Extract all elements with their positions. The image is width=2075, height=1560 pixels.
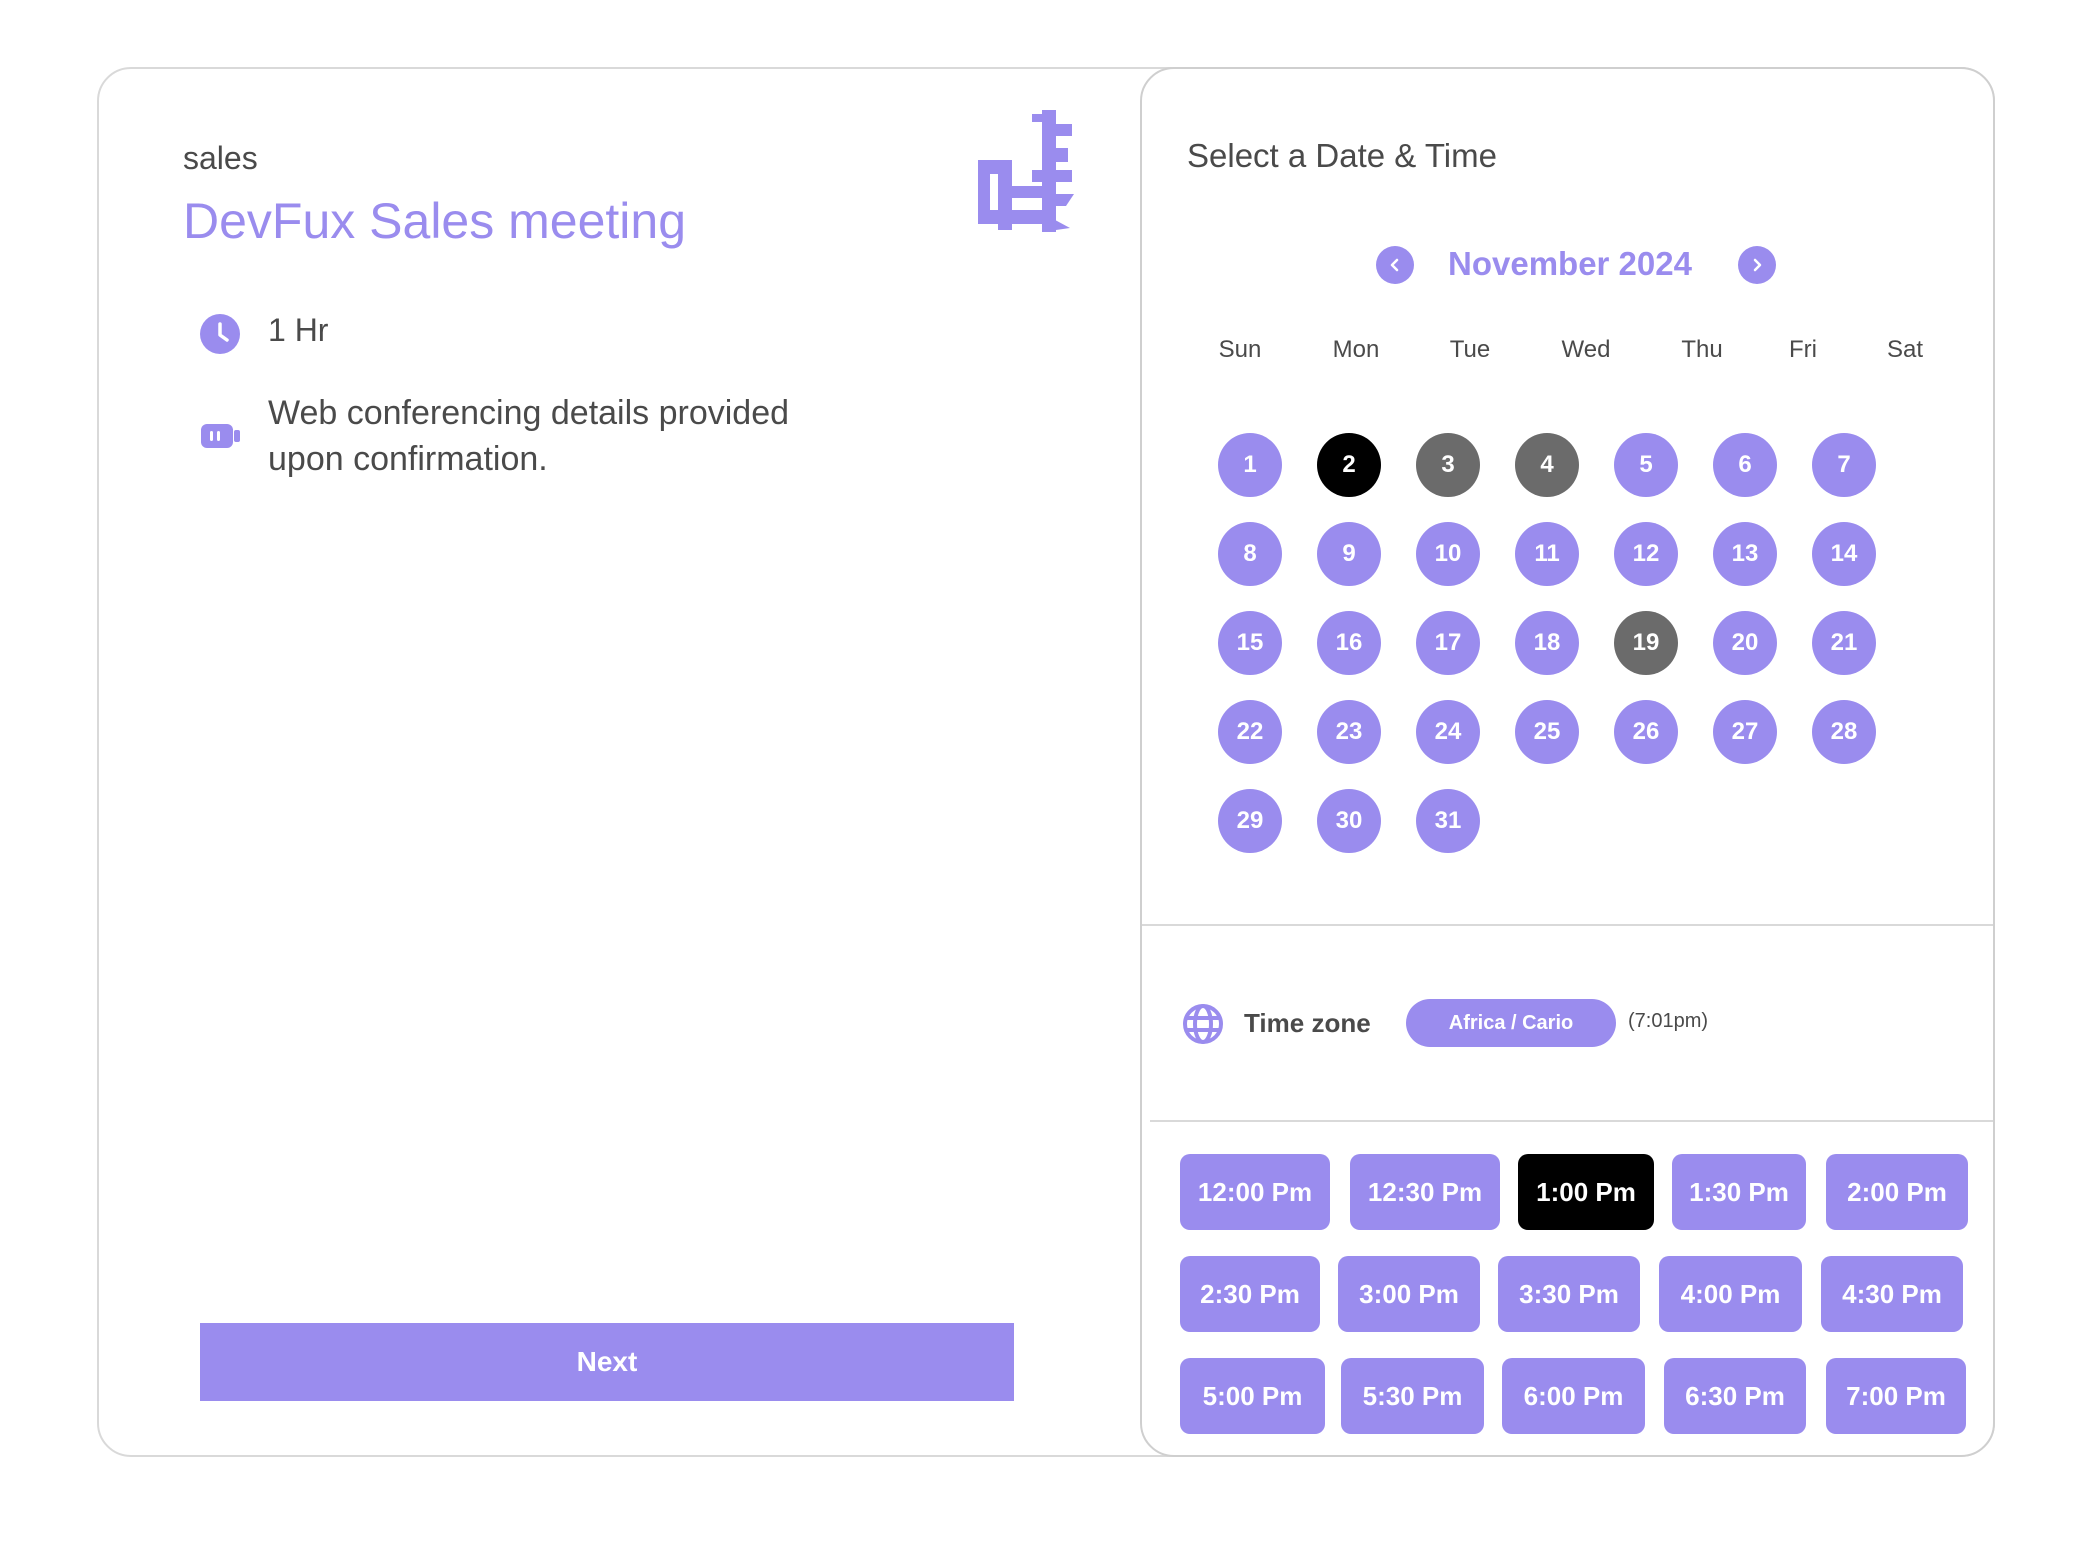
time-slot-button[interactable]: 12:00 Pm xyxy=(1180,1154,1330,1230)
time-slot-button[interactable]: 6:00 Pm xyxy=(1502,1358,1645,1434)
time-slot-button[interactable]: 1:00 Pm xyxy=(1518,1154,1654,1230)
calendar-day-28[interactable]: 28 xyxy=(1812,700,1876,764)
time-slot-button[interactable]: 2:00 Pm xyxy=(1826,1154,1968,1230)
calendar-day-9[interactable]: 9 xyxy=(1317,522,1381,586)
calendar-day-14[interactable]: 14 xyxy=(1812,522,1876,586)
calendar-day-2[interactable]: 2 xyxy=(1317,433,1381,497)
time-slot-button[interactable]: 5:30 Pm xyxy=(1341,1358,1484,1434)
calendar-day-8[interactable]: 8 xyxy=(1218,522,1282,586)
calendar-day-30[interactable]: 30 xyxy=(1317,789,1381,853)
time-slot-button[interactable]: 6:30 Pm xyxy=(1664,1358,1806,1434)
calendar-day-25[interactable]: 25 xyxy=(1515,700,1579,764)
weekday-label: Sat xyxy=(1886,336,1924,363)
calendar-day-18[interactable]: 18 xyxy=(1515,611,1579,675)
time-slot-button[interactable]: 4:30 Pm xyxy=(1821,1256,1963,1332)
weekday-label: Fri xyxy=(1789,336,1817,363)
calendar-day-6[interactable]: 6 xyxy=(1713,433,1777,497)
month-label: November 2024 xyxy=(1448,245,1692,282)
calendar-day-23[interactable]: 23 xyxy=(1317,700,1381,764)
time-slot-button[interactable]: 12:30 Pm xyxy=(1350,1154,1500,1230)
calendar-day-5[interactable]: 5 xyxy=(1614,433,1678,497)
time-slot-button[interactable]: 2:30 Pm xyxy=(1180,1256,1320,1332)
time-slot-button[interactable]: 7:00 Pm xyxy=(1826,1358,1966,1434)
weekday-label: Mon xyxy=(1332,336,1380,363)
calendar-day-10[interactable]: 10 xyxy=(1416,522,1480,586)
calendar-day-20[interactable]: 20 xyxy=(1713,611,1777,675)
calendar-day-16[interactable]: 16 xyxy=(1317,611,1381,675)
timezone-select[interactable]: Africa / Cario xyxy=(1406,999,1616,1047)
divider xyxy=(1142,924,1993,926)
globe-icon xyxy=(1183,1004,1223,1044)
calendar-day-24[interactable]: 24 xyxy=(1416,700,1480,764)
chevron-right-icon xyxy=(1753,258,1762,272)
time-slot-button[interactable]: 1:30 Pm xyxy=(1672,1154,1806,1230)
calendar-day-26[interactable]: 26 xyxy=(1614,700,1678,764)
calendar-day-15[interactable]: 15 xyxy=(1218,611,1282,675)
calendar-day-1[interactable]: 1 xyxy=(1218,433,1282,497)
next-month-button[interactable] xyxy=(1738,246,1776,284)
time-slot-button[interactable]: 5:00 Pm xyxy=(1180,1358,1325,1434)
calendar-day-3: 3 xyxy=(1416,433,1480,497)
calendar-day-21[interactable]: 21 xyxy=(1812,611,1876,675)
calendar-day-11[interactable]: 11 xyxy=(1515,522,1579,586)
duration-text: 1 Hr xyxy=(268,312,329,348)
video-icon xyxy=(201,424,240,448)
timezone-current-time: (7:01pm) xyxy=(1628,1010,1709,1032)
calendar-day-19: 19 xyxy=(1614,611,1678,675)
time-slot-button[interactable]: 4:00 Pm xyxy=(1659,1256,1802,1332)
calendar-day-27[interactable]: 27 xyxy=(1713,700,1777,764)
weekday-label: Wed xyxy=(1561,336,1611,363)
weekday-label: Sun xyxy=(1218,336,1262,363)
time-slot-button[interactable]: 3:30 Pm xyxy=(1498,1256,1640,1332)
weekday-label: Tue xyxy=(1449,336,1491,363)
next-button[interactable]: Next xyxy=(200,1323,1014,1401)
calendar-day-22[interactable]: 22 xyxy=(1218,700,1282,764)
event-title: DevFux Sales meeting xyxy=(183,193,687,249)
calendar-day-29[interactable]: 29 xyxy=(1218,789,1282,853)
conferencing-details: Web conferencing details provided upon c… xyxy=(268,394,790,478)
time-slot-button[interactable]: 3:00 Pm xyxy=(1338,1256,1480,1332)
divider xyxy=(1150,1120,1993,1122)
calendar-day-13[interactable]: 13 xyxy=(1713,522,1777,586)
calendar-day-17[interactable]: 17 xyxy=(1416,611,1480,675)
event-category: sales xyxy=(183,140,258,176)
calendar-day-4: 4 xyxy=(1515,433,1579,497)
select-date-heading: Select a Date & Time xyxy=(1187,137,1497,174)
devfux-logo xyxy=(978,110,1074,232)
calendar-day-31[interactable]: 31 xyxy=(1416,789,1480,853)
calendar-day-12[interactable]: 12 xyxy=(1614,522,1678,586)
clock-icon xyxy=(200,314,240,354)
weekday-label: Thu xyxy=(1681,336,1723,363)
calendar-day-7[interactable]: 7 xyxy=(1812,433,1876,497)
timezone-label: Time zone xyxy=(1244,1008,1371,1038)
